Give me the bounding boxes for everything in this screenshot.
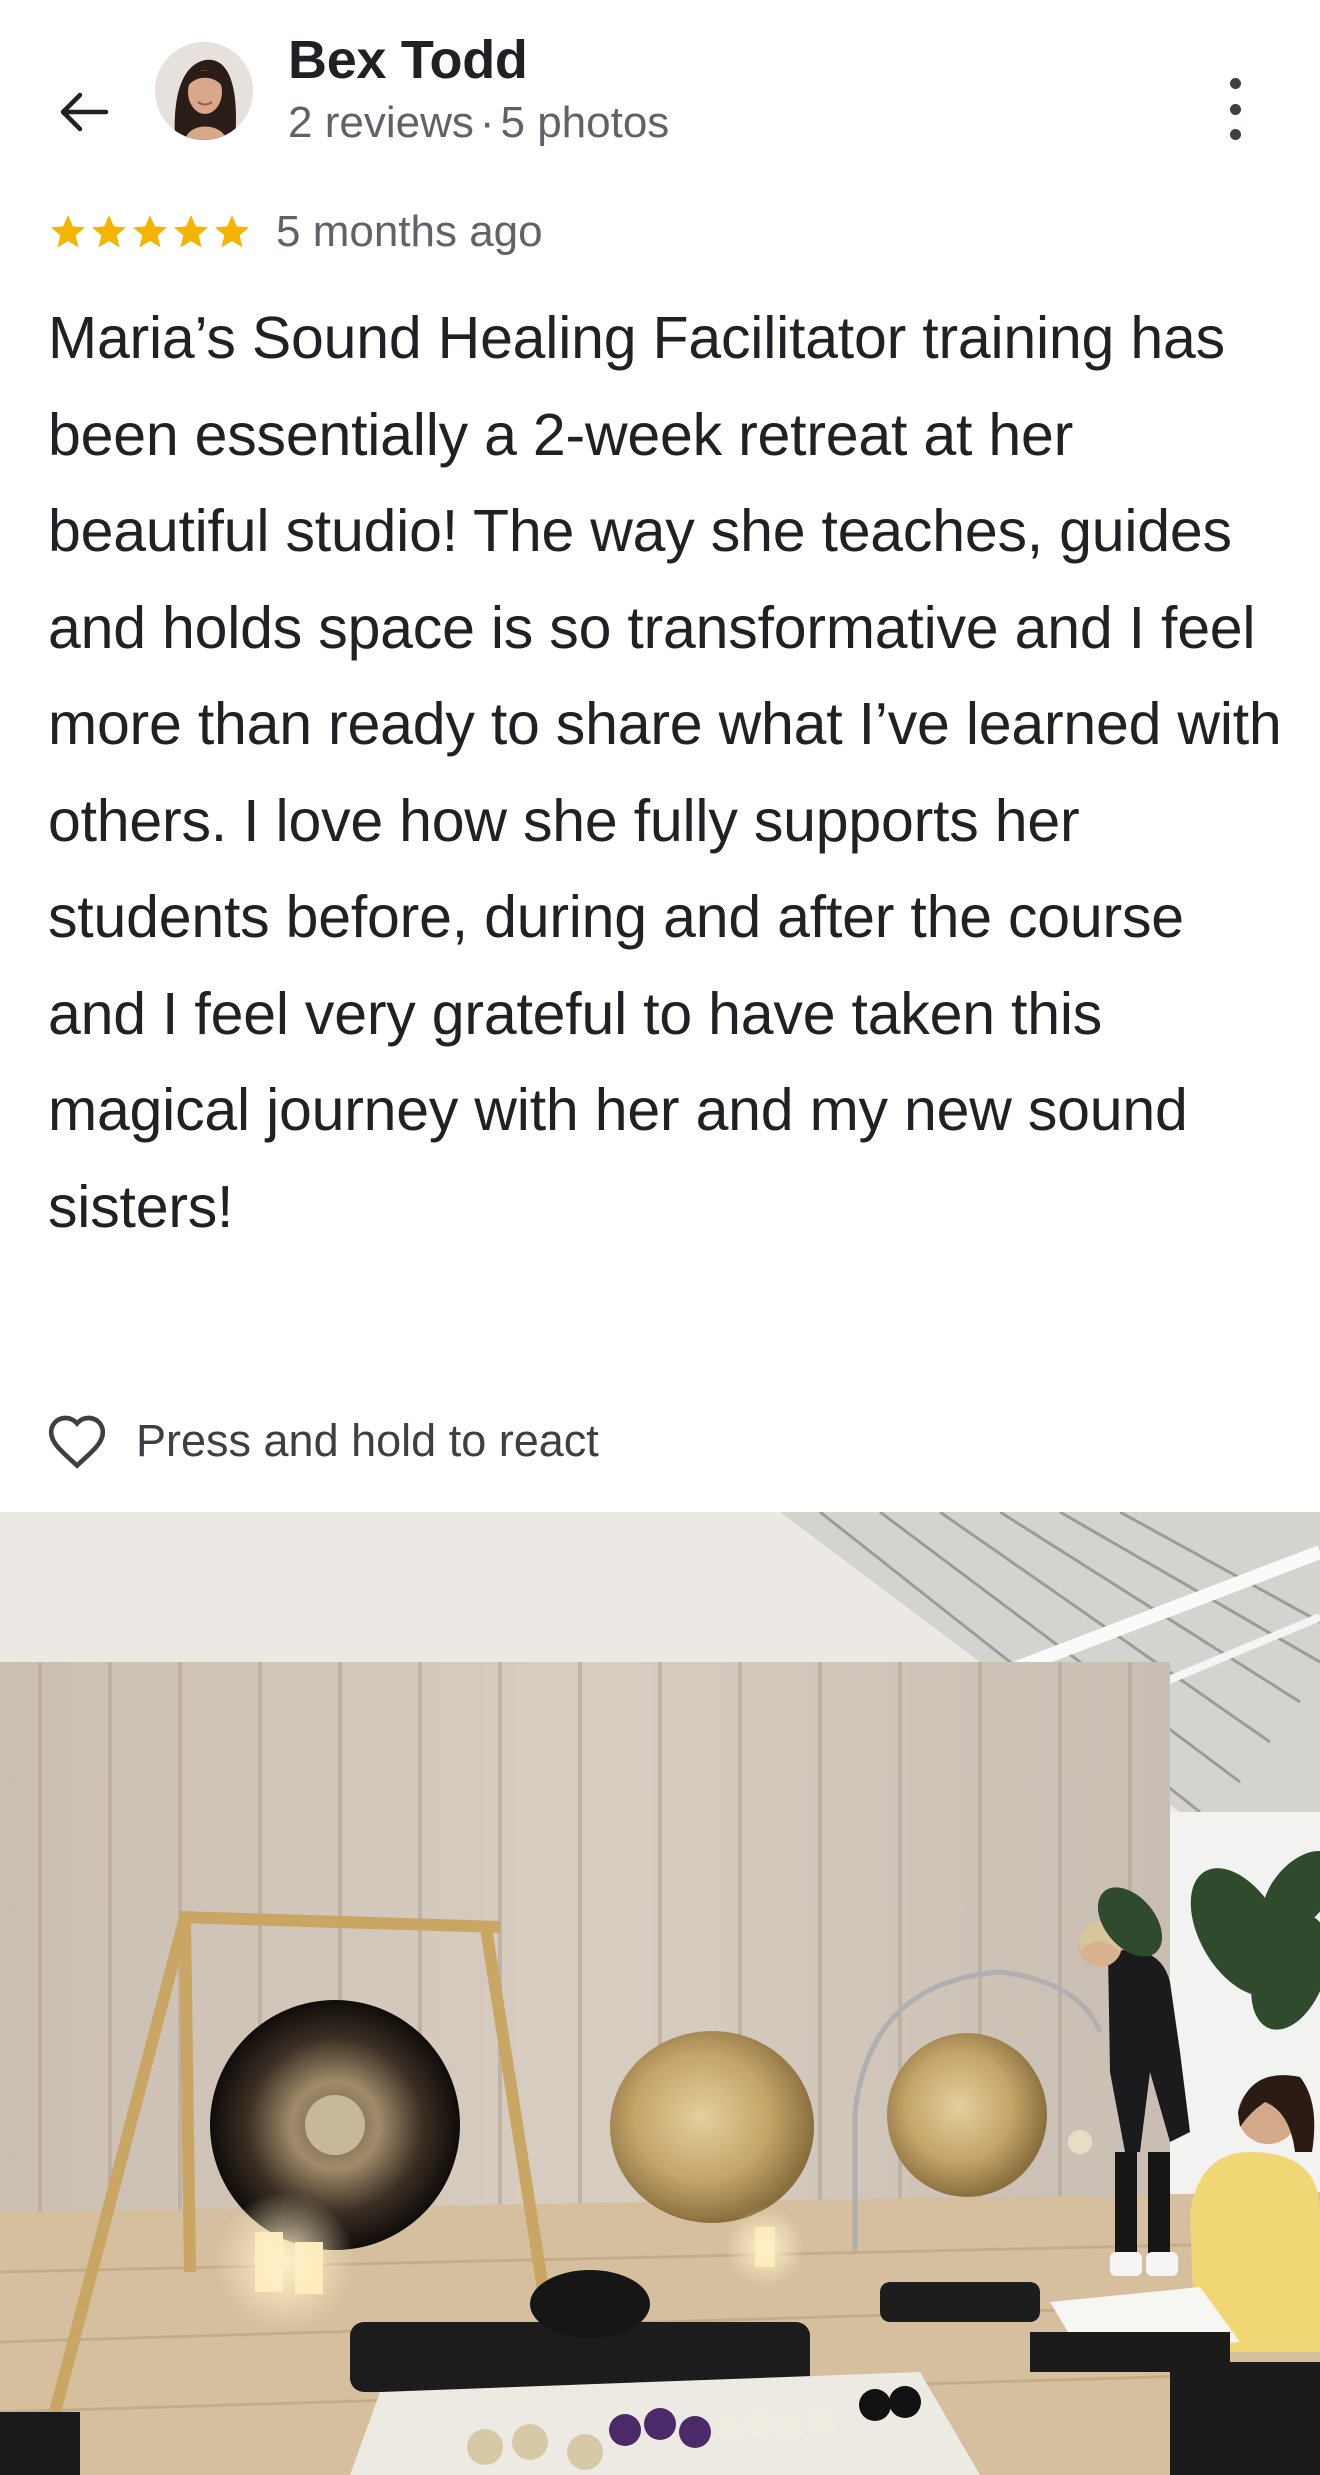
star-icon: [51, 215, 85, 248]
reviews-count: 2 reviews: [288, 98, 474, 147]
arrow-left-icon: [60, 92, 109, 132]
more-vert-icon: [1229, 78, 1241, 89]
react-label: Press and hold to react: [136, 1415, 599, 1466]
more-options-button[interactable]: [1210, 78, 1260, 140]
avatar[interactable]: [155, 42, 253, 140]
review-photo[interactable]: [0, 1512, 1320, 2475]
reviewer-meta: 2 reviews · 5 photos: [288, 96, 669, 150]
reviewer-name[interactable]: Bex Todd: [288, 28, 528, 92]
meta-separator: ·: [479, 98, 495, 147]
heart-outline-icon: [48, 1415, 106, 1469]
star-rating: [48, 212, 252, 252]
rating-row: 5 months ago: [48, 204, 543, 260]
back-button[interactable]: [52, 80, 116, 144]
star-icon: [133, 215, 167, 248]
photos-count: 5 photos: [500, 98, 670, 147]
review-text: Maria’s Sound Healing Facilitator traini…: [48, 305, 1282, 1240]
review-age: 5 months ago: [276, 207, 543, 256]
star-icon: [174, 215, 208, 248]
review-header: Bex Todd 2 reviews · 5 photos: [0, 0, 1320, 170]
star-icon: [92, 215, 126, 248]
star-icon: [215, 215, 249, 248]
react-button[interactable]: Press and hold to react: [46, 1405, 599, 1477]
